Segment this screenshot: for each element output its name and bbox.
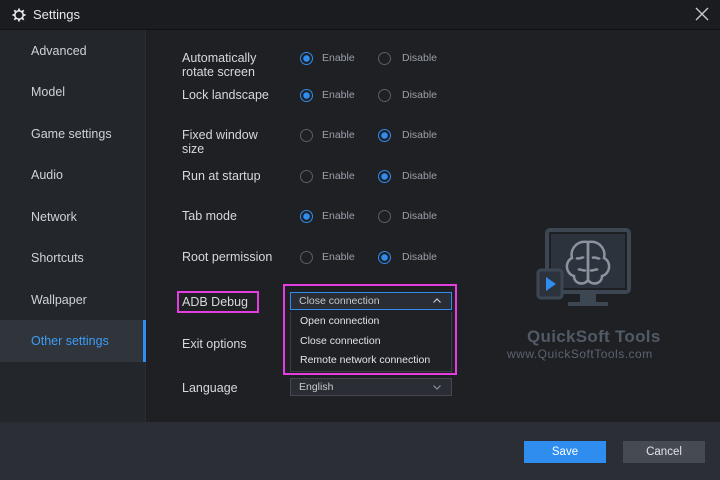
radio-label: Disable: [402, 210, 438, 222]
watermark-url: www.QuickSoftTools.com: [507, 347, 653, 361]
setting-label-tab-mode: Tab mode: [182, 209, 237, 223]
adb-debug-selected-value: Close connection: [299, 295, 380, 307]
settings-panel: Automatically rotate screen Enable Disab…: [147, 30, 720, 422]
sidebar-item-audio[interactable]: Audio: [0, 154, 146, 196]
radio-label: Disable: [402, 129, 438, 141]
radio-label: Disable: [402, 251, 438, 263]
setting-label-adb-debug: ADB Debug: [182, 295, 249, 309]
sidebar-item-wallpaper[interactable]: Wallpaper: [0, 279, 146, 321]
auto-rotate-enable-radio[interactable]: [300, 52, 313, 65]
watermark-brand: QuickSoft Tools: [527, 327, 661, 346]
gear-icon: [12, 8, 26, 22]
tab-mode-disable-radio[interactable]: [378, 210, 391, 223]
sidebar-item-label: Advanced: [31, 44, 87, 58]
setting-label-root-permission: Root permission: [182, 250, 273, 264]
sidebar-item-label: Model: [31, 85, 66, 99]
sidebar-item-model[interactable]: Model: [0, 71, 146, 113]
close-icon[interactable]: [694, 6, 710, 22]
dropdown-option-open-connection[interactable]: Open connection: [291, 312, 451, 332]
sidebar-item-game-settings[interactable]: Game settings: [0, 113, 146, 155]
label-line: size: [182, 142, 205, 156]
setting-label-language: Language: [182, 381, 238, 395]
radio-label: Disable: [402, 170, 438, 182]
sidebar-item-network[interactable]: Network: [0, 196, 146, 238]
sidebar-item-other-settings[interactable]: Other settings: [0, 320, 146, 362]
radio-label: Disable: [402, 89, 438, 101]
adb-debug-dropdown: Open connection Close connection Remote …: [290, 312, 452, 372]
auto-rotate-disable-radio[interactable]: [378, 52, 391, 65]
dropdown-option-close-connection[interactable]: Close connection: [291, 332, 451, 352]
title-bar: Settings: [0, 0, 720, 30]
setting-label-run-at-startup: Run at startup: [182, 169, 261, 183]
brain-monitor-icon: [536, 228, 631, 306]
run-at-startup-disable-radio[interactable]: [378, 170, 391, 183]
sidebar-item-shortcuts[interactable]: Shortcuts: [0, 237, 146, 279]
save-button[interactable]: Save: [524, 441, 606, 463]
root-permission-enable-radio[interactable]: [300, 251, 313, 264]
window-title: Settings: [33, 7, 80, 22]
language-select[interactable]: English: [290, 378, 452, 396]
footer-bar: Save Cancel: [0, 422, 720, 480]
sidebar-item-label: Shortcuts: [31, 251, 84, 265]
sidebar-item-label: Wallpaper: [31, 293, 87, 307]
setting-label-lock-landscape: Lock landscape: [182, 88, 269, 102]
cancel-button[interactable]: Cancel: [623, 441, 705, 463]
sidebar: Advanced Model Game settings Audio Netwo…: [0, 30, 146, 422]
label-line: Automatically: [182, 51, 257, 65]
lock-landscape-enable-radio[interactable]: [300, 89, 313, 102]
radio-label: Enable: [322, 210, 355, 222]
label-line: rotate screen: [182, 65, 255, 79]
setting-label-auto-rotate: Automatically rotate screen: [182, 51, 256, 79]
label-line: Fixed window: [182, 128, 258, 142]
setting-label-fixed-window: Fixed window size: [182, 128, 258, 156]
radio-label: Enable: [322, 170, 355, 182]
sidebar-item-label: Other settings: [31, 334, 109, 348]
run-at-startup-enable-radio[interactable]: [300, 170, 313, 183]
radio-label: Enable: [322, 129, 355, 141]
radio-label: Enable: [322, 52, 355, 64]
radio-label: Enable: [322, 89, 355, 101]
fixed-window-enable-radio[interactable]: [300, 129, 313, 142]
sidebar-item-label: Game settings: [31, 127, 112, 141]
sidebar-item-advanced[interactable]: Advanced: [0, 30, 146, 72]
sidebar-item-label: Network: [31, 210, 77, 224]
lock-landscape-disable-radio[interactable]: [378, 89, 391, 102]
tab-mode-enable-radio[interactable]: [300, 210, 313, 223]
chevron-up-icon: [433, 298, 441, 303]
dropdown-option-remote-network[interactable]: Remote network connection: [291, 351, 451, 371]
sidebar-item-label: Audio: [31, 168, 63, 182]
radio-label: Disable: [402, 52, 438, 64]
adb-debug-select[interactable]: Close connection: [290, 292, 452, 310]
fixed-window-disable-radio[interactable]: [378, 129, 391, 142]
language-selected-value: English: [299, 381, 334, 393]
chevron-down-icon: [433, 385, 441, 390]
watermark-logo: QuickSoft Tools www.QuickSoftTools.com: [502, 228, 702, 370]
radio-label: Enable: [322, 251, 355, 263]
setting-label-exit-options: Exit options: [182, 337, 247, 351]
root-permission-disable-radio[interactable]: [378, 251, 391, 264]
